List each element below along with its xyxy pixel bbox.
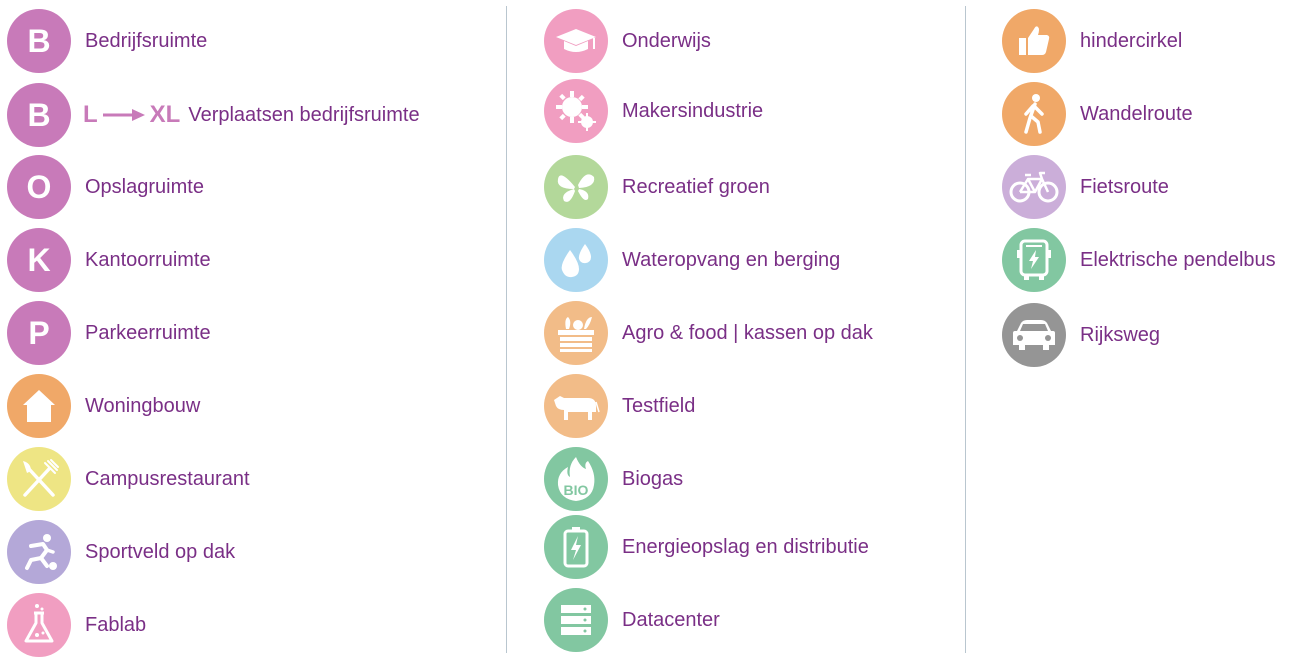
legend-item-campusrestaurant: Campusrestaurant	[7, 447, 250, 511]
legend-item-agro-food: Agro & food | kassen op dak	[544, 301, 873, 365]
legend-label: Energieopslag en distributie	[622, 535, 869, 558]
legend-label: Bedrijfsruimte	[85, 29, 208, 52]
legend-item-sportveld-op-dak: Sportveld op dak	[7, 520, 235, 584]
legend-label: Woningbouw	[85, 394, 201, 417]
legend-item-energieopslag: Energieopslag en distributie	[544, 515, 869, 579]
scale-to: XL	[149, 101, 181, 128]
fork-knife-icon	[7, 447, 71, 511]
legend-item-datacenter: Datacenter	[544, 588, 720, 652]
legend-label: Sportveld op dak	[85, 540, 236, 563]
legend-label: Testfield	[622, 394, 696, 417]
water-drops-icon	[544, 228, 608, 292]
legend-label: Fablab	[85, 613, 147, 636]
legend-label: Campusrestaurant	[85, 467, 250, 490]
letter-k-icon: K	[7, 228, 71, 292]
legend-label: Kantoorruimte	[85, 248, 211, 271]
legend-item-woningbouw: Woningbouw	[7, 374, 200, 438]
legend-item-parkeerruimte: P Parkeerruimte	[7, 301, 211, 365]
legend-item-fietsroute: Fietsroute	[1002, 155, 1169, 219]
legend-label: Datacenter	[622, 608, 720, 631]
server-icon	[544, 588, 608, 652]
legend-item-testfield: Testfield	[544, 374, 695, 438]
legend-item-makersindustrie: Makersindustrie	[544, 79, 763, 143]
legend-item-biogas: BIO Biogas	[544, 447, 683, 511]
legend-item-rijksweg: Rijksweg	[1002, 303, 1160, 367]
bio-flame-icon: BIO	[544, 447, 608, 511]
thumbs-up-icon	[1002, 9, 1066, 73]
svg-text:BIO: BIO	[564, 482, 589, 498]
column-divider-2	[965, 6, 966, 653]
runner-ball-icon	[7, 520, 71, 584]
legend-item-opslagruimte: O Opslagruimte	[7, 155, 204, 219]
legend-label: Elektrische pendelbus	[1080, 248, 1276, 271]
legend-item-fablab: Fablab	[7, 593, 146, 657]
battery-icon	[544, 515, 608, 579]
electric-bus-icon	[1002, 228, 1066, 292]
crate-plants-icon	[544, 301, 608, 365]
letter-o-icon: O	[7, 155, 71, 219]
flask-icon	[7, 593, 71, 657]
legend-label: Wateropvang en berging	[622, 248, 841, 271]
column-divider-1	[506, 6, 507, 653]
house-icon	[7, 374, 71, 438]
icon-letter: K	[27, 242, 51, 278]
scale-from: L	[83, 101, 98, 128]
legend-label: Biogas	[622, 467, 684, 490]
walking-person-icon	[1002, 82, 1066, 146]
legend-label: Onderwijs	[622, 29, 711, 52]
legend-item-hindercirkel: hindercirkel	[1002, 9, 1182, 73]
car-icon	[1002, 303, 1066, 367]
letter-b-icon: B	[7, 83, 71, 147]
legend-label: Verplaatsen bedrijfsruimte	[188, 103, 420, 126]
legend-label: Parkeerruimte	[85, 321, 211, 344]
letter-b-icon: B	[7, 9, 71, 73]
icon-letter: B	[27, 23, 51, 59]
legend-label: Fietsroute	[1080, 175, 1169, 198]
icon-letter: B	[27, 97, 51, 133]
legend-label: Wandelroute	[1080, 102, 1193, 125]
legend-item-wateropvang: Wateropvang en berging	[544, 228, 840, 292]
legend-item-verplaatsen-bedrijfsruimte: B L XL Verplaatsen bedrijfsruimte	[7, 83, 420, 147]
legend-item-bedrijfsruimte: B Bedrijfsruimte	[7, 9, 207, 73]
arrow-right-icon	[102, 109, 145, 121]
icon-letter: O	[26, 169, 52, 205]
legend-label: Makersindustrie	[622, 99, 764, 122]
butterfly-icon	[544, 155, 608, 219]
legend-item-elektrische-pendelbus: Elektrische pendelbus	[1002, 228, 1276, 292]
letter-p-icon: P	[7, 301, 71, 365]
legend-label: Rijksweg	[1080, 323, 1161, 346]
scale-indicator: L XL	[83, 101, 180, 129]
graduation-cap-icon	[544, 9, 608, 73]
gears-icon	[544, 79, 608, 143]
legend-item-kantoorruimte: K Kantoorruimte	[7, 228, 211, 292]
legend-item-wandelroute: Wandelroute	[1002, 82, 1193, 146]
cow-icon	[544, 374, 608, 438]
legend-label: Recreatief groen	[622, 175, 770, 198]
legend-label: Agro & food | kassen op dak	[622, 321, 873, 344]
legend-label: hindercirkel	[1080, 29, 1183, 52]
icon-letter: P	[28, 315, 50, 351]
legend-item-recreatief-groen: Recreatief groen	[544, 155, 770, 219]
bicycle-icon	[1002, 155, 1066, 219]
legend-label: Opslagruimte	[85, 175, 204, 198]
legend-item-onderwijs: Onderwijs	[544, 9, 711, 73]
